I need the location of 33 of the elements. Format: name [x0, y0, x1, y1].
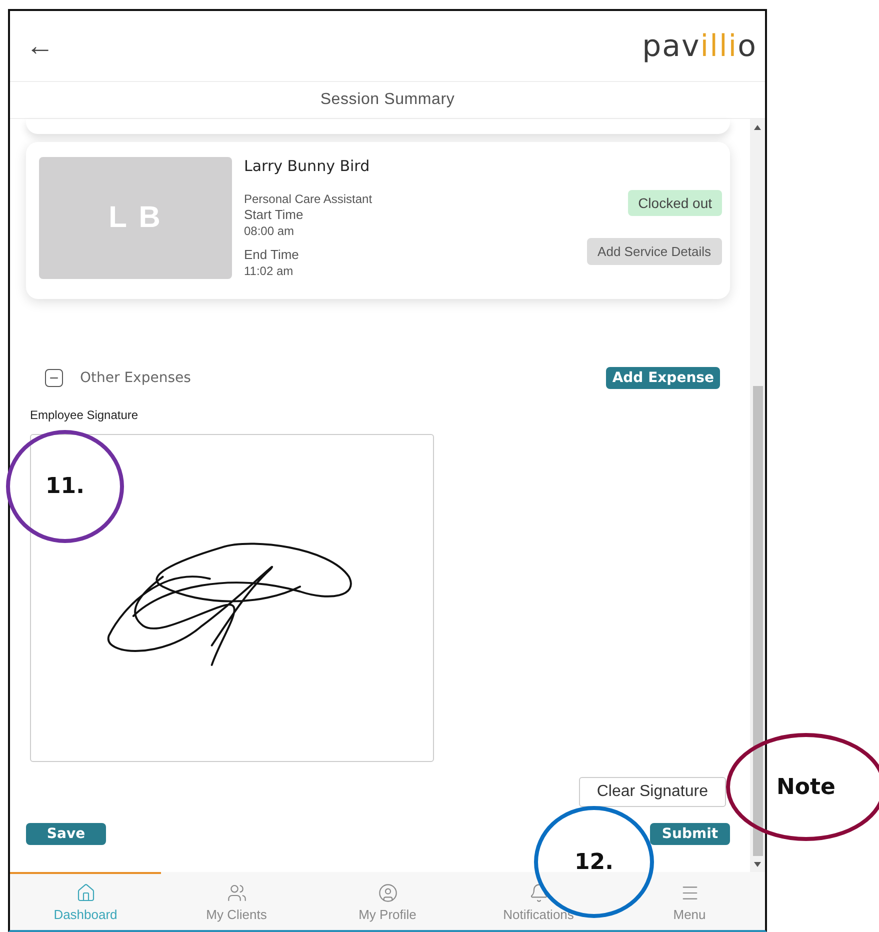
scroll-up-icon[interactable]	[754, 124, 761, 130]
signature-pad[interactable]	[30, 434, 434, 762]
people-icon	[226, 882, 246, 902]
collapse-toggle[interactable]	[45, 369, 63, 387]
logo: pavillio	[642, 28, 757, 64]
annotation-circle: 11.	[6, 430, 124, 543]
status-badge: Clocked out	[628, 190, 722, 216]
save-button[interactable]: Save	[26, 823, 106, 845]
back-button[interactable]: ←	[26, 30, 54, 62]
role-text: Personal Care Assistant	[244, 191, 374, 207]
field-label: Employee Signature	[30, 408, 140, 422]
add-expense-button[interactable]: Add Expense	[606, 367, 720, 389]
scrollbar-thumb[interactable]	[752, 386, 762, 856]
bell-icon	[528, 882, 548, 902]
client-name: Larry Bunny Bird	[244, 157, 371, 175]
end-time: 11:02 am	[244, 263, 294, 279]
scroll-down-icon[interactable]	[754, 862, 761, 866]
add-service-details-button[interactable]: Add Service Details	[586, 238, 722, 264]
annotation-circle: Note	[726, 733, 879, 841]
user-icon	[378, 882, 398, 902]
nav-tab[interactable]: Menu	[614, 872, 765, 930]
nav-tab[interactable]: My Clients	[161, 872, 312, 930]
section-label: Other Expenses	[80, 370, 192, 386]
start-label: Start Time	[244, 207, 304, 223]
nav-tab[interactable]: My Profile	[312, 872, 463, 930]
submit-button[interactable]: Submit	[650, 823, 730, 845]
nav-tab[interactable]: Notifications	[463, 872, 614, 930]
end-label: End Time	[244, 247, 300, 263]
page-title: Session Summary	[320, 91, 455, 109]
nav-tab[interactable]: Dashboard	[10, 872, 161, 930]
start-time: 08:00 am	[244, 223, 296, 239]
home-icon	[76, 882, 96, 902]
clear-signature-button[interactable]: Clear Signature	[578, 777, 726, 807]
